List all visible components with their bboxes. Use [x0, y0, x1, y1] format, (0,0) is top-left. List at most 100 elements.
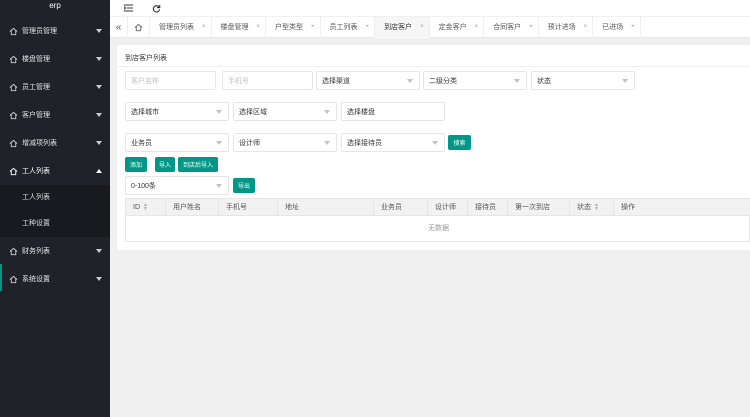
- tab-expected-entry[interactable]: 预计进场 ×: [539, 16, 594, 38]
- chevron-down-icon: [96, 249, 102, 253]
- close-icon[interactable]: ×: [584, 24, 588, 30]
- home-icon: [9, 139, 18, 147]
- column-header-phone: 手机号: [219, 199, 278, 216]
- tab-label: 已进场: [602, 24, 624, 31]
- sidebar-item-label: 财务列表: [22, 248, 50, 255]
- tab-unit-types[interactable]: 户型类型 ×: [266, 16, 321, 38]
- chevron-down-icon: [96, 277, 102, 281]
- sidebar-item-finance-list[interactable]: 财务列表: [0, 237, 110, 265]
- chevron-down-icon: [622, 79, 628, 83]
- sidebar-item-building-management[interactable]: 楼盘管理: [0, 45, 110, 73]
- chevron-down-icon: [96, 141, 102, 145]
- category2-select[interactable]: 二级分类: [423, 71, 527, 90]
- menu-toggle-icon[interactable]: [122, 2, 134, 14]
- table-header: ID ▲ ▼ 用户姓名 手机号 地址 业务员 设计师 接待员 第一次到店 状态 ▲ ▼ …: [126, 199, 750, 216]
- chevron-down-icon: [96, 85, 102, 89]
- home-icon: [9, 27, 18, 35]
- select-value: 状态: [537, 77, 551, 85]
- sidebar-item-label: 工人列表: [22, 168, 50, 175]
- sidebar-item-worker-list[interactable]: 工人列表: [0, 157, 110, 185]
- designer-select[interactable]: 设计师: [233, 133, 337, 152]
- add-button[interactable]: 添加: [125, 157, 147, 172]
- tab-label: 合同客户: [493, 24, 522, 31]
- sort-icon[interactable]: ▲ ▼: [143, 203, 148, 212]
- channel-select[interactable]: 选择渠道: [316, 71, 420, 90]
- tab-label: 定金客户: [438, 24, 467, 31]
- tab-admin-list[interactable]: 管理员列表 ×: [150, 16, 212, 38]
- close-icon[interactable]: ×: [529, 24, 533, 30]
- tab-home[interactable]: [128, 16, 150, 38]
- page-title: 到店客户列表: [125, 55, 167, 62]
- refresh-icon[interactable]: [150, 2, 162, 14]
- chevron-down-icon: [216, 184, 222, 188]
- import-after-visit-button[interactable]: 到店后导入: [178, 157, 218, 172]
- district-select[interactable]: 选择区域: [233, 102, 337, 121]
- select-value: 0-100条: [131, 182, 156, 190]
- tab-label: 预计进场: [547, 24, 576, 31]
- chevron-down-icon: [96, 57, 102, 61]
- column-header-status[interactable]: 状态 ▲ ▼: [570, 199, 614, 216]
- import-button[interactable]: 导入: [155, 157, 175, 172]
- receptionist-select[interactable]: 选择接待员: [341, 133, 445, 152]
- salesman-select[interactable]: 业务员: [125, 133, 229, 152]
- tab-deposit-customers[interactable]: 定金客户 ×: [430, 16, 485, 38]
- column-header-id[interactable]: ID ▲ ▼: [126, 199, 166, 216]
- column-header-receptionist: 接待员: [468, 199, 508, 216]
- sidebar-item-customer-management[interactable]: 客户管理: [0, 101, 110, 129]
- sidebar-item-adjustments-list[interactable]: 增减项列表: [0, 129, 110, 157]
- city-select[interactable]: 选择城市: [125, 102, 229, 121]
- search-button[interactable]: 搜索: [448, 135, 471, 150]
- tab-entered[interactable]: 已进场 ×: [593, 16, 641, 38]
- sidebar-item-system-settings[interactable]: 系统设置: [0, 265, 110, 293]
- sidebar: erp 管理员管理 楼盘管理 员工管理 客户管理 增减项列表 工人列表 工人列表…: [0, 0, 110, 417]
- sidebar-item-label: 楼盘管理: [22, 56, 50, 63]
- tab-staff-list[interactable]: 员工列表 ×: [321, 16, 376, 38]
- building-select[interactable]: 选择楼盘: [341, 102, 445, 121]
- tab-contract-customers[interactable]: 合同客户 ×: [484, 16, 539, 38]
- close-icon[interactable]: ×: [257, 24, 261, 30]
- tab-label: 管理员列表: [159, 24, 194, 31]
- sidebar-item-admin-management[interactable]: 管理员管理: [0, 17, 110, 45]
- sidebar-subitem-worker-list[interactable]: 工人列表: [0, 185, 110, 211]
- close-icon[interactable]: ×: [420, 24, 424, 30]
- phone-input[interactable]: 手机号: [222, 71, 313, 90]
- close-icon[interactable]: ×: [475, 24, 479, 30]
- empty-state: 无数据: [428, 225, 449, 232]
- close-icon[interactable]: ×: [366, 24, 370, 30]
- column-header-first-visit: 第一次到店: [508, 199, 570, 216]
- column-label: 状态: [577, 204, 591, 211]
- chevron-up-icon: [96, 169, 102, 173]
- sidebar-item-label: 客户管理: [22, 112, 50, 119]
- sidebar-item-label: 管理员管理: [22, 28, 57, 35]
- export-button[interactable]: 导出: [233, 178, 255, 193]
- column-header-salesman: 业务员: [374, 199, 428, 216]
- app-logo: erp: [49, 1, 61, 10]
- select-value: 选择区域: [239, 108, 267, 116]
- top-header: [110, 0, 750, 17]
- close-icon[interactable]: ×: [631, 24, 635, 30]
- home-icon: [9, 275, 18, 283]
- divider: [117, 66, 750, 67]
- tab-visiting-customers[interactable]: 到店客户 ×: [375, 16, 430, 38]
- chevron-down-icon: [407, 79, 413, 83]
- sidebar-item-staff-management[interactable]: 员工管理: [0, 73, 110, 101]
- sidebar-subitem-trade-settings[interactable]: 工种设置: [0, 211, 110, 237]
- tab-building-management[interactable]: 楼盘管理 ×: [212, 16, 267, 38]
- select-value: 业务员: [131, 139, 152, 147]
- tab-label: 员工列表: [329, 24, 358, 31]
- select-value: 选择楼盘: [347, 108, 375, 116]
- close-icon[interactable]: ×: [311, 24, 315, 30]
- chevron-down-icon: [216, 141, 222, 145]
- tab-label: 到店客户: [384, 23, 413, 31]
- sort-icon[interactable]: ▲ ▼: [594, 203, 599, 212]
- tab-scroll-left-icon[interactable]: «: [110, 16, 128, 38]
- chevron-down-icon: [432, 141, 438, 145]
- column-header-address: 地址: [278, 199, 374, 216]
- customer-name-input[interactable]: 客户名称: [125, 71, 216, 90]
- sidebar-item-label: 员工管理: [22, 84, 50, 91]
- status-select[interactable]: 状态: [531, 71, 635, 90]
- chevron-down-icon: [324, 141, 330, 145]
- page-size-select[interactable]: 0-100条: [125, 176, 229, 195]
- close-icon[interactable]: ×: [202, 24, 206, 30]
- select-value: 设计师: [239, 139, 260, 147]
